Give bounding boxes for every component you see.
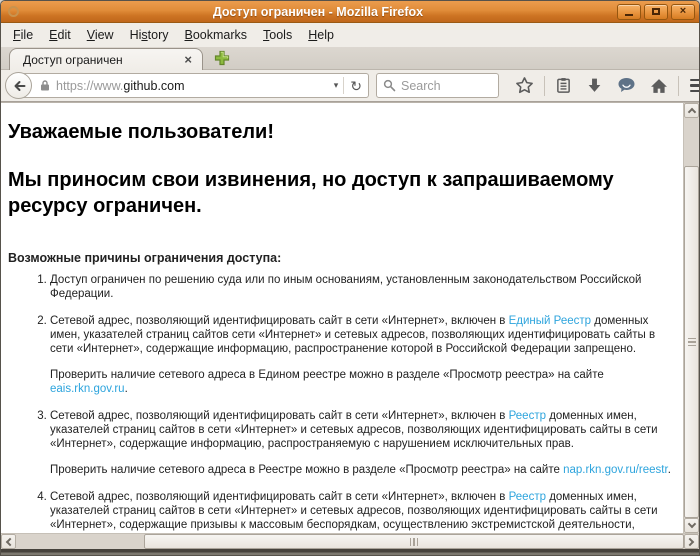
browser-window: Доступ ограничен - Mozilla Firefox × Fil…	[0, 0, 700, 556]
url-domain: github.com	[123, 79, 184, 93]
blocked-page: Уважаемые пользователи! Мы приносим свои…	[1, 102, 683, 533]
search-icon	[383, 79, 396, 92]
reason-text: Сетевой адрес, позволяющий идентифициров…	[50, 409, 677, 451]
tab-bar: Доступ ограничен ×	[1, 47, 699, 70]
scroll-down-button[interactable]	[684, 518, 699, 533]
reestr-link-2[interactable]: Реестр	[509, 491, 546, 503]
search-placeholder: Search	[401, 79, 441, 93]
menu-edit[interactable]: Edit	[41, 25, 79, 45]
page-heading: Уважаемые пользователи!	[8, 119, 677, 145]
tab-close-icon[interactable]: ×	[182, 53, 194, 66]
toolbar-divider	[678, 76, 679, 96]
minimize-icon	[625, 14, 633, 16]
horizontal-scrollbar[interactable]	[1, 533, 699, 549]
url-dropdown-icon[interactable]: ▾	[329, 80, 344, 91]
maximize-button[interactable]	[644, 4, 668, 20]
reason-item: Доступ ограничен по решению суда или по …	[50, 273, 677, 301]
home-button[interactable]	[643, 78, 675, 94]
horizontal-scrollbar-thumb[interactable]	[144, 534, 684, 549]
reestr-link[interactable]: Реестр	[509, 410, 546, 422]
reason-text: Сетевой адрес, позволяющий идентифициров…	[50, 490, 677, 533]
reason-text: Доступ ограничен по решению суда или по …	[50, 273, 677, 301]
scroll-up-button[interactable]	[684, 103, 699, 118]
chat-bubble-icon	[617, 77, 636, 94]
menu-file[interactable]: File	[5, 25, 41, 45]
star-icon	[515, 76, 534, 95]
chevron-up-icon	[687, 108, 695, 116]
toolbar-divider	[544, 76, 545, 96]
chevron-left-icon	[6, 537, 14, 545]
page-subheading: Мы приносим свои извинения, но доступ к …	[8, 167, 680, 219]
reload-icon[interactable]: ↻	[344, 79, 368, 93]
reasons-list: Доступ ограничен по решению суда или по …	[8, 273, 677, 533]
edinyj-reestr-link[interactable]: Единый Реестр	[509, 315, 591, 327]
reasons-title: Возможные причины ограничения доступа:	[8, 251, 677, 265]
bookmarks-list-icon	[555, 77, 572, 94]
minimize-button[interactable]	[617, 4, 641, 20]
scrollbar-grip	[688, 338, 696, 347]
new-tab-button[interactable]	[213, 49, 231, 67]
close-icon: ×	[680, 6, 686, 17]
menu-tools[interactable]: Tools	[255, 25, 300, 45]
titlebar[interactable]: Доступ ограничен - Mozilla Firefox ×	[1, 1, 699, 23]
chevron-down-icon	[687, 520, 695, 528]
scrollbar-grip	[410, 538, 419, 546]
reason-item: Сетевой адрес, позволяющий идентифициров…	[50, 314, 677, 396]
tab-access-restricted[interactable]: Доступ ограничен ×	[9, 48, 203, 70]
content-area: Уважаемые пользователи! Мы приносим свои…	[1, 102, 699, 549]
show-bookmarks-button[interactable]	[548, 77, 579, 94]
window-bottom-border	[1, 549, 699, 555]
menu-hamburger-button[interactable]	[682, 79, 700, 93]
window-title: Доступ ограничен - Mozilla Firefox	[19, 5, 617, 19]
hamburger-icon	[690, 79, 700, 82]
plus-icon	[213, 49, 231, 67]
url-bar[interactable]: https://www.github.com ▾ ↻	[18, 73, 369, 98]
menu-bookmarks[interactable]: Bookmarks	[177, 25, 256, 45]
lock-icon	[39, 79, 51, 92]
reason-item: Сетевой адрес, позволяющий идентифициров…	[50, 409, 677, 477]
menu-history[interactable]: History	[122, 25, 177, 45]
scroll-right-button[interactable]	[684, 534, 699, 549]
close-button[interactable]: ×	[671, 4, 695, 20]
chevron-right-icon	[686, 537, 694, 545]
bookmark-star-button[interactable]	[508, 76, 541, 95]
horizontal-scrollbar-track[interactable]	[16, 534, 144, 549]
url-scheme: https://www.	[56, 79, 123, 93]
search-input[interactable]: Search	[376, 73, 499, 98]
download-arrow-icon	[586, 77, 603, 94]
menu-view[interactable]: View	[79, 25, 122, 45]
window-menu-icon[interactable]	[8, 6, 19, 17]
eais-rkn-link[interactable]: eais.rkn.gov.ru	[50, 383, 125, 395]
menu-help[interactable]: Help	[300, 25, 342, 45]
back-arrow-icon	[12, 79, 26, 93]
vertical-scrollbar-track[interactable]	[684, 118, 699, 166]
reason-item: Сетевой адрес, позволяющий идентифициров…	[50, 490, 677, 533]
url-text[interactable]: https://www.github.com	[56, 79, 329, 93]
reason-note: Проверить наличие сетевого адреса в Реес…	[50, 463, 677, 477]
navigation-toolbar: https://www.github.com ▾ ↻ Search	[1, 70, 699, 102]
home-icon	[650, 78, 668, 94]
back-button[interactable]	[5, 72, 32, 99]
maximize-icon	[652, 8, 660, 15]
nap-rkn-link[interactable]: nap.rkn.gov.ru/reestr	[563, 464, 668, 476]
downloads-button[interactable]	[579, 77, 610, 94]
reason-note: Проверить наличие сетевого адреса в Един…	[50, 368, 677, 396]
menubar: FileEditViewHistoryBookmarksToolsHelp	[1, 23, 699, 47]
reason-text: Сетевой адрес, позволяющий идентифициров…	[50, 314, 677, 356]
hello-button[interactable]	[610, 77, 643, 94]
vertical-scrollbar-thumb[interactable]	[684, 166, 699, 518]
tab-title: Доступ ограничен	[23, 53, 182, 67]
scroll-left-button[interactable]	[1, 534, 16, 549]
vertical-scrollbar[interactable]	[683, 102, 699, 533]
